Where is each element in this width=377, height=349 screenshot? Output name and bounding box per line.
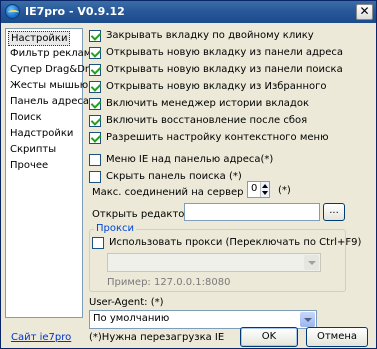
sidebar-item-mouse-gestures[interactable]: Жесты мышью [8, 78, 90, 93]
sidebar-item-search[interactable]: Поиск [8, 110, 44, 125]
options-dialog: IE7pro - V0.9.12 ✕ Настройки Фильтр рекл… [0, 0, 377, 349]
editor-path-input[interactable] [184, 203, 320, 221]
chevron-down-icon[interactable] [300, 312, 315, 327]
sidebar-item-settings[interactable]: Настройки [8, 31, 71, 46]
close-button[interactable]: ✕ [356, 4, 373, 20]
checkbox[interactable] [89, 171, 101, 183]
arrow-up-icon[interactable] [262, 184, 268, 188]
checkbox[interactable] [89, 47, 101, 59]
proxy-example-text: Пример: 127.0.0.1:8080 [107, 277, 231, 288]
proxy-address-combo[interactable] [107, 253, 321, 272]
user-agent-selected: По умолчанию [93, 313, 170, 324]
checkbox[interactable] [89, 30, 101, 42]
max-connections-value: 0 [251, 183, 258, 194]
ie7pro-logo-icon [5, 4, 20, 19]
sidebar-item-ad-filter[interactable]: Фильтр рекламы [8, 46, 101, 61]
restart-required-mark: (*) [278, 185, 291, 196]
checkbox[interactable] [92, 237, 104, 249]
max-connections-stepper[interactable]: 0 [247, 181, 270, 198]
checkbox[interactable] [89, 154, 101, 166]
checkbox[interactable] [89, 115, 101, 127]
checkbox[interactable] [89, 64, 101, 76]
title-bar: IE7pro - V0.9.12 ✕ [1, 1, 376, 23]
close-icon: ✕ [359, 4, 370, 18]
settings-nav-list: Настройки Фильтр рекламы Супер Drag&Drop… [5, 28, 101, 318]
editor-label: Открыть редактор [92, 209, 191, 220]
sidebar-item-misc[interactable]: Прочее [8, 158, 50, 173]
sidebar-item-addons[interactable]: Надстройки [8, 126, 75, 141]
browse-editor-button[interactable]: ... [323, 203, 345, 221]
checkbox[interactable] [89, 132, 101, 144]
cancel-button[interactable]: Отмена [306, 327, 368, 347]
chevron-down-icon[interactable] [304, 255, 319, 270]
window-title: IE7pro - V0.9.12 [25, 5, 125, 18]
sidebar-item-scripts[interactable]: Скрипты [8, 142, 58, 157]
arrow-down-icon[interactable] [262, 191, 268, 195]
checkbox[interactable] [89, 98, 101, 110]
stepper-arrows[interactable] [260, 182, 269, 197]
site-link[interactable]: Сайт ie7pro [11, 331, 71, 345]
sidebar-item-address-bar[interactable]: Панель адреса [8, 94, 91, 109]
user-agent-label: User-Agent: (*) [89, 297, 164, 308]
max-connections-label: Макс. соединений на сервер [92, 187, 244, 198]
restart-note: (*)Нужна перезагрузка IE [89, 332, 225, 343]
proxy-group-title: Прокси [94, 223, 137, 234]
ok-button[interactable]: OK [240, 327, 298, 347]
checkbox[interactable] [89, 81, 101, 93]
